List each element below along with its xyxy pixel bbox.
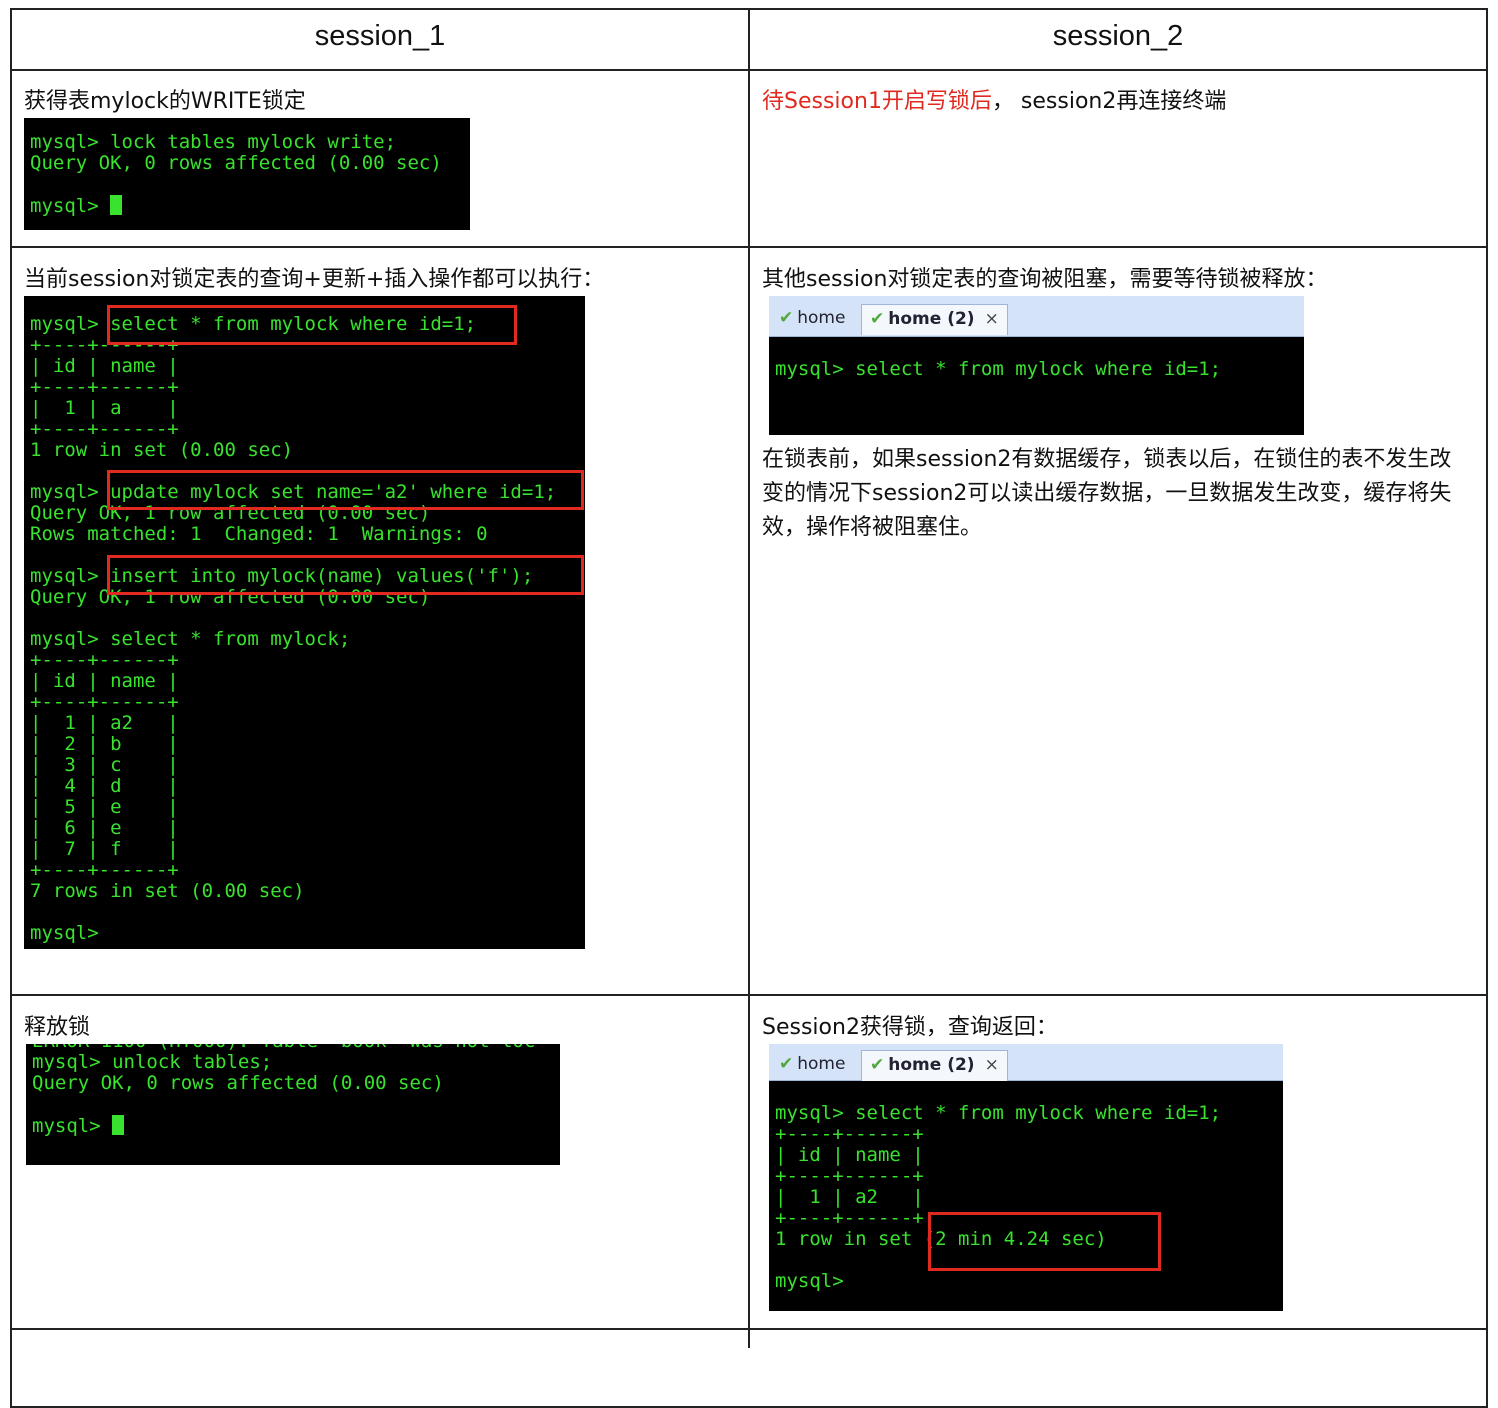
terminal-line: +----+------+	[30, 859, 179, 881]
row2-left-caption: 当前session对锁定表的查询+更新+插入操作都可以执行：	[24, 267, 605, 292]
terminal-line: Rows matched: 1 Changed: 1 Warnings: 0	[30, 523, 488, 545]
terminal-line: +----+------+	[30, 418, 179, 440]
close-icon[interactable]: ×	[985, 1055, 999, 1075]
terminal-line: mysql>	[32, 1115, 113, 1137]
check-icon: ✔	[870, 1055, 885, 1075]
tab-label: home	[797, 308, 846, 328]
check-icon: ✔	[779, 308, 794, 328]
terminal-prompt: mysql>	[32, 1115, 125, 1137]
terminal-line: | id | name |	[30, 670, 179, 692]
row-divider	[10, 1328, 1488, 1330]
terminal-line: mysql> select * from mylock where id=1;	[775, 358, 1222, 380]
highlight-update	[107, 470, 584, 510]
terminal-line: mysql> select * from mylock;	[30, 628, 351, 650]
terminal-cursor	[112, 1115, 125, 1135]
terminal-line: | id | name |	[30, 355, 179, 377]
terminal-session2-result: mysql> select * from mylock where id=1; …	[769, 1081, 1283, 1311]
row-divider	[10, 994, 1488, 996]
row-divider	[10, 69, 1488, 71]
terminal-line: +----+------+	[775, 1165, 924, 1187]
close-icon[interactable]: ×	[985, 309, 999, 329]
terminal-line: +----+------+	[30, 376, 179, 398]
row3-left-caption: 释放锁	[24, 1015, 91, 1040]
terminal-cursor	[110, 195, 123, 215]
terminal-line: | 4 | d |	[30, 775, 179, 797]
terminal-line: | 1 | a2 |	[775, 1186, 924, 1208]
terminal-line: | 1 | a |	[30, 397, 179, 419]
highlight-insert	[107, 555, 584, 595]
cache-note: 在锁表前，如果session2有数据缓存，锁表以后，在锁住的表不发生改变的情况下…	[762, 447, 1452, 540]
terminal-unlock: ERROR 1100 (HY000): Table 'book' was not…	[26, 1044, 560, 1165]
terminal-line: mysql> select * from mylock where id=1;	[775, 1102, 1222, 1124]
terminal-line: | 1 | a2 |	[30, 712, 179, 734]
terminal-line: 1 row in set (0.00 sec)	[30, 439, 294, 461]
tab-home[interactable]: ✔ home	[771, 304, 853, 334]
header-session-1: session_1	[314, 20, 446, 52]
terminal-line: | 6 | e |	[30, 817, 179, 839]
terminal-line: mysql> unlock tables;	[32, 1051, 273, 1073]
row2-right-caption: 其他session对锁定表的查询被阻塞，需要等待锁被释放：	[762, 267, 1328, 292]
row3-right-caption: Session2获得锁，查询返回：	[762, 1015, 1058, 1040]
terminal-line: | 3 | c |	[30, 754, 179, 776]
terminal-line: | id | name |	[775, 1144, 924, 1166]
terminal-line: Query OK, 0 rows affected (0.00 sec)	[32, 1072, 444, 1094]
highlight-select	[107, 305, 517, 345]
tab-home[interactable]: ✔ home	[771, 1050, 853, 1080]
terminal-lock-write: mysql> lock tables mylock write; Query O…	[24, 118, 470, 230]
terminal-line: Query OK, 0 rows affected (0.00 sec)	[30, 152, 442, 174]
tab-label: home (2)	[888, 1055, 975, 1075]
row1-right-caption: 待Session1开启写锁后， session2再连接终端	[762, 85, 1226, 119]
terminal-line: | 5 | e |	[30, 796, 179, 818]
check-icon: ✔	[870, 309, 885, 329]
terminal-line: mysql>	[775, 1270, 844, 1292]
check-icon: ✔	[779, 1054, 794, 1074]
terminal-session2-blocked: mysql> select * from mylock where id=1;	[769, 337, 1304, 435]
caption-rest: ， session2再连接终端	[991, 89, 1227, 114]
terminal-line: | 2 | b |	[30, 733, 179, 755]
highlight-wait-time	[928, 1212, 1161, 1271]
terminal-line: +----+------+	[30, 691, 179, 713]
row-divider	[10, 246, 1488, 248]
terminal-line: mysql> lock tables mylock write;	[30, 131, 397, 153]
terminal-line: 7 rows in set (0.00 sec)	[30, 880, 305, 902]
red-caption: 待Session1开启写锁后	[762, 89, 992, 114]
terminal-line: | 7 | f |	[30, 838, 179, 860]
tab-label: home (2)	[888, 309, 975, 329]
column-divider	[748, 8, 750, 1348]
terminal-tab-bar: ✔ home ✔ home (2) ×	[769, 296, 1304, 337]
terminal-line: mysql>	[30, 195, 111, 217]
row1-left-caption: 获得表mylock的WRITE锁定	[24, 89, 306, 114]
header-session-2: session_2	[1052, 20, 1184, 52]
terminal-tab-bar: ✔ home ✔ home (2) ×	[769, 1044, 1283, 1081]
terminal-line: +----+------+	[775, 1207, 924, 1229]
tab-label: home	[797, 1054, 846, 1074]
terminal-line: +----+------+	[775, 1123, 924, 1145]
tab-home-2[interactable]: ✔ home (2) ×	[861, 304, 1008, 335]
terminal-line: +----+------+	[30, 649, 179, 671]
tab-home-2[interactable]: ✔ home (2) ×	[861, 1050, 1008, 1081]
terminal-session1-queries: mysql> select * from mylock where id=1; …	[24, 296, 585, 949]
terminal-line: mysql>	[30, 922, 99, 944]
terminal-prompt: mysql>	[30, 195, 123, 217]
